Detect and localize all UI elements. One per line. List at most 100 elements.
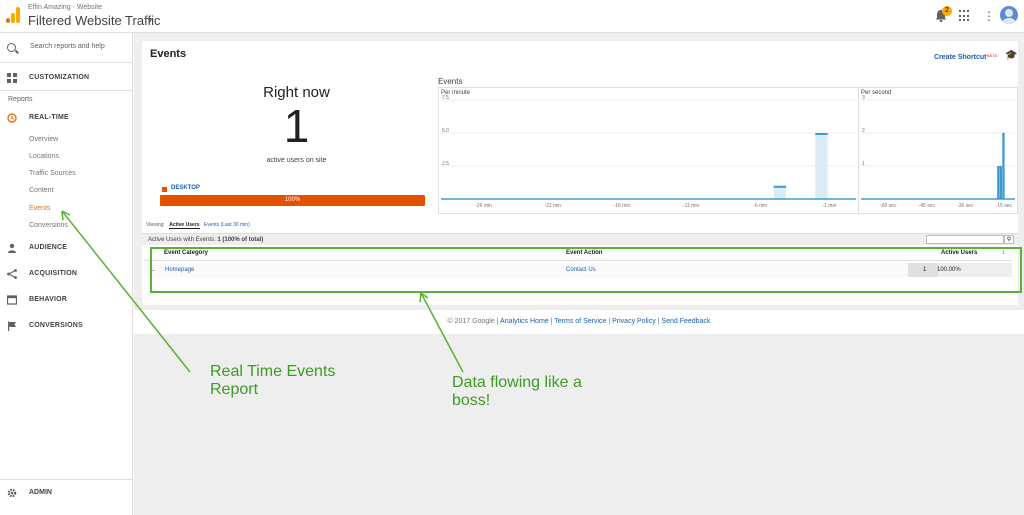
search-input[interactable]: Search reports and help [30, 43, 105, 50]
footer-link-feedback[interactable]: Send Feedback [661, 318, 710, 325]
event-category-link[interactable]: Homepage [165, 267, 194, 273]
page-title: Events [150, 48, 187, 60]
top-bar: Effin Amazing - Website Filtered Website… [0, 0, 1024, 33]
bar [1002, 133, 1005, 135]
graduation-cap-icon[interactable]: 🎓 [1005, 50, 1017, 61]
annotation-right-note: Data flowing like a boss! [452, 374, 582, 409]
sidebar-item-label: AUDIENCE [29, 244, 68, 251]
y-tick-label: 1 [862, 161, 865, 167]
sidebar-item-label: CONVERSIONS [29, 322, 83, 329]
per-second-chart: 3 2 1 -60 sec -45 sec -30 sec -15 sec Per seco… [858, 87, 1018, 214]
x-tick-label: -1 min [822, 203, 836, 209]
clock-icon [7, 113, 17, 123]
y-tick-label: 2.5 [442, 161, 449, 167]
sidebar-item-realtime[interactable]: REAL-TIME [0, 108, 133, 128]
beta-badge: BETA [987, 53, 998, 58]
footer-link-analytics-home[interactable]: Analytics Home [500, 318, 549, 325]
bar [773, 185, 787, 188]
bar [999, 166, 1003, 168]
sidebar: Search reports and help CUSTOMIZATION Re… [0, 33, 133, 515]
tab-events-last-30[interactable]: Events (Last 30 min) [204, 222, 250, 228]
device-share-bar: 100% [160, 195, 425, 206]
bar-area [1002, 133, 1005, 199]
gear-icon [7, 488, 17, 498]
table-search-input[interactable] [926, 235, 1004, 244]
x-tick-label: -45 sec [919, 203, 936, 209]
x-tick-label: -11 min [683, 203, 700, 209]
active-users-value: 1 [923, 267, 927, 273]
chart-svg: 321-60 sec -45 sec -30 sec -15 sec [861, 95, 1015, 209]
create-shortcut-link[interactable]: Create Shortcut [934, 54, 987, 61]
sidebar-item-overview[interactable]: Overview [29, 136, 58, 143]
y-tick-label: 5.0 [442, 128, 449, 134]
footer-link-terms[interactable]: Terms of Service [554, 318, 606, 325]
notification-badge: 2 [942, 6, 952, 16]
apps-grid-icon[interactable] [959, 10, 971, 22]
sidebar-item-label: CUSTOMIZATION [29, 74, 90, 81]
sort-arrow-icon[interactable]: ↓ [1002, 250, 1005, 256]
per-second-title: Per second [861, 90, 892, 96]
right-now-heading: Right now [263, 84, 330, 101]
chevron-down-icon[interactable]: ▼ [146, 16, 154, 25]
x-tick-label: -26 min [475, 203, 492, 209]
per-minute-chart: 7.5 5.0 2.5 -26 min -21 min -16 min -11 min -6 … [438, 87, 859, 214]
y-tick-label: 2 [862, 128, 865, 134]
bar-area [999, 166, 1003, 199]
viewing-tabs: Viewing: Active Users Events (Last 30 mi… [146, 222, 250, 229]
sidebar-item-label: ACQUISITION [29, 270, 78, 277]
dashboard-icon [7, 73, 17, 83]
x-tick-label: -15 sec [996, 203, 1013, 209]
table-summary: Active Users with Events: 1 (100% of tot… [148, 237, 264, 243]
x-tick-label: -16 min [614, 203, 631, 209]
col-active-users[interactable]: Active Users [941, 250, 977, 256]
table-header: Event Category Event Action Active Users… [144, 247, 1012, 261]
x-tick-label: -60 sec [880, 203, 897, 209]
sidebar-item-behavior[interactable]: BEHAVIOR [0, 290, 133, 310]
sidebar-item-admin[interactable]: ADMIN [0, 479, 133, 505]
bar-area [997, 166, 1000, 199]
sidebar-item-content[interactable]: Content [29, 187, 54, 194]
event-action-link[interactable]: Contact Us [566, 267, 596, 273]
sidebar-item-label: BEHAVIOR [29, 296, 68, 303]
row-index: 1. [150, 267, 156, 273]
active-users-label: active users on site [266, 157, 327, 164]
per-minute-title: Per minute [441, 90, 471, 96]
sidebar-item-customization[interactable]: CUSTOMIZATION [0, 68, 133, 88]
x-tick-label: -30 sec [957, 203, 974, 209]
behavior-icon [7, 295, 17, 305]
desktop-legend-label: DESKTOP [171, 185, 200, 191]
divider [0, 90, 133, 91]
annotation-left-note: Real Time Events Report [210, 363, 336, 398]
flag-icon [8, 321, 16, 331]
tab-active-users[interactable]: Active Users [169, 222, 200, 229]
sidebar-item-events[interactable]: Events [29, 205, 50, 212]
sidebar-item-conversions-rt[interactable]: Conversions [29, 222, 68, 229]
desktop-legend-swatch [162, 187, 167, 192]
sidebar-item-label: REAL-TIME [29, 114, 69, 121]
sidebar-item-traffic-sources[interactable]: Traffic Sources [29, 170, 76, 177]
avatar[interactable] [1000, 6, 1018, 24]
search-icon [7, 43, 16, 52]
copyright: © 2017 Google [447, 318, 495, 325]
sidebar-item-label: ADMIN [29, 489, 52, 496]
analytics-logo-icon[interactable] [6, 7, 20, 23]
x-tick-label: -6 min [753, 203, 767, 209]
active-users-count: 1 [283, 100, 310, 152]
account-breadcrumb[interactable]: Effin Amazing - Website [28, 4, 102, 11]
footer-link-privacy[interactable]: Privacy Policy [612, 318, 656, 325]
table-summary-bar: Active Users with Events: 1 (100% of tot… [142, 233, 1018, 245]
x-tick-label: -21 min [544, 203, 561, 209]
sidebar-item-conversions[interactable]: CONVERSIONS [0, 316, 133, 336]
col-event-action[interactable]: Event Action [566, 250, 602, 256]
bar-area [815, 133, 828, 199]
search-icon[interactable]: ⚲ [1004, 235, 1014, 244]
sidebar-item-audience[interactable]: AUDIENCE [0, 238, 133, 258]
sidebar-item-acquisition[interactable]: ACQUISITION [0, 264, 133, 284]
sidebar-item-locations[interactable]: Locations [29, 153, 59, 160]
col-event-category[interactable]: Event Category [164, 250, 208, 256]
sidebar-search[interactable]: Search reports and help [0, 33, 133, 63]
more-options-icon[interactable]: ⋮ [983, 9, 995, 23]
property-selector[interactable]: Filtered Website Traffic [28, 13, 160, 28]
viewing-label: Viewing: [146, 222, 165, 228]
person-icon [8, 243, 16, 253]
